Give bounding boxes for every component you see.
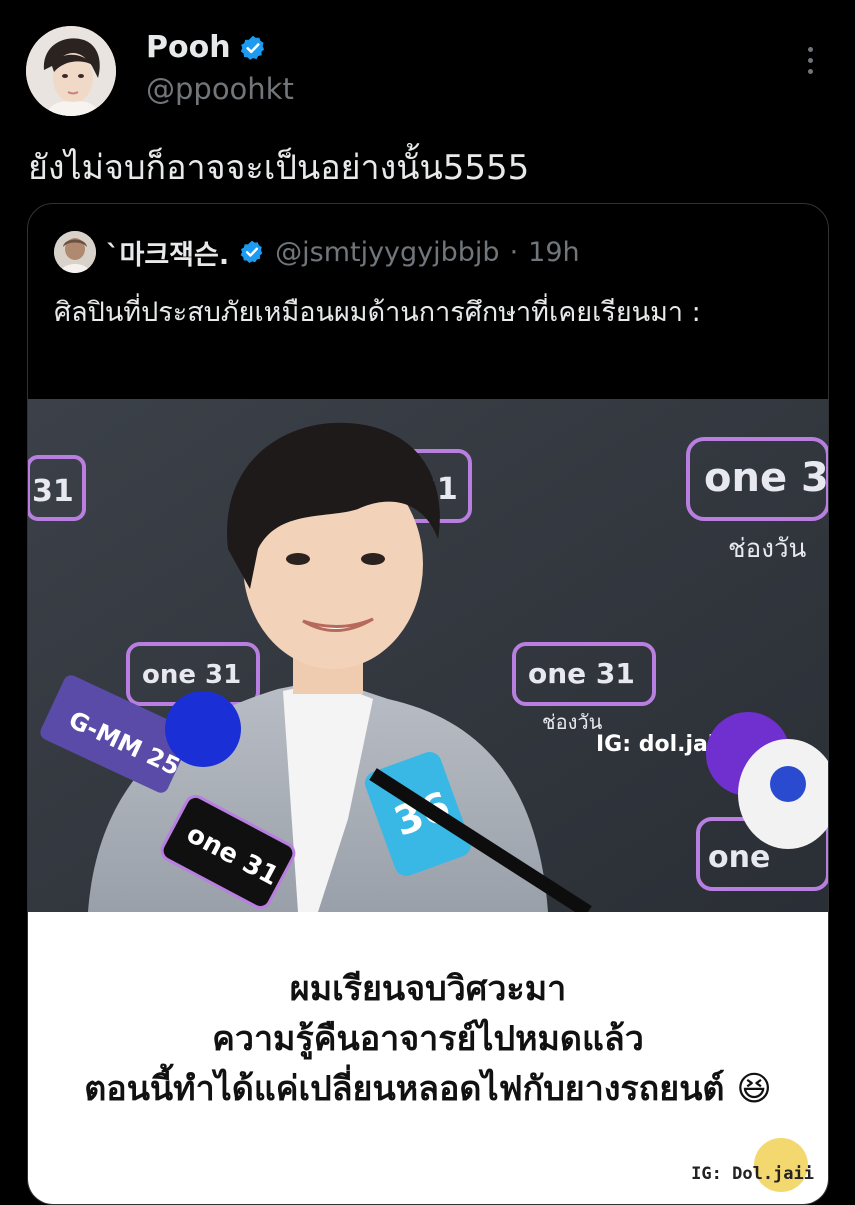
quoted-tweet-card[interactable]: `마크잭슨. @jsmtjyygyjbbjb · 19h ศิลปินที่ปร… bbox=[27, 203, 829, 1205]
author-name-text: Pooh bbox=[146, 30, 231, 65]
caption-text: ผมเรียนจบวิศวะมา ความรู้คืนอาจารย์ไปหมดแ… bbox=[28, 964, 828, 1114]
more-options-icon[interactable] bbox=[795, 40, 825, 80]
quoted-verified-badge-icon bbox=[239, 239, 265, 265]
author-display-name[interactable]: Pooh bbox=[146, 30, 267, 65]
svg-text:one 31: one 31 bbox=[142, 660, 241, 690]
backdrop-sub-text: ช่องวัน bbox=[728, 534, 807, 564]
quoted-profile-photo-icon bbox=[54, 231, 96, 273]
quoted-separator: · bbox=[509, 236, 519, 268]
author-handle[interactable]: @ppoohkt bbox=[146, 72, 294, 106]
interview-photo: 31 31 one 31 one 31 one 31 one ช่องวัน ช… bbox=[28, 399, 828, 912]
profile-photo-icon bbox=[26, 26, 116, 116]
caption-watermark: IG: Dol.jaii bbox=[691, 1164, 814, 1184]
svg-text:one: one bbox=[708, 840, 770, 875]
caption-line-3: ตอนนี้ทำได้แค่เปลี่ยนหลอดไฟกับยางรถยนต์ … bbox=[84, 1069, 772, 1109]
svg-text:31: 31 bbox=[32, 474, 74, 509]
quoted-media-image[interactable]: 31 31 one 31 one 31 one 31 one ช่องวัน ช… bbox=[28, 399, 828, 1204]
svg-text:ช่องวัน: ช่องวัน bbox=[542, 710, 603, 734]
tweet-text: ยังไม่จบก็อาจจะเป็นอย่างนั้น5555 bbox=[28, 148, 530, 188]
quoted-handle[interactable]: @jsmtjyygyjbbjb bbox=[275, 237, 499, 268]
verified-badge-icon bbox=[239, 34, 267, 62]
quoted-tweet-header: `마크잭슨. @jsmtjyygyjbbjb · 19h bbox=[54, 230, 580, 274]
author-avatar[interactable] bbox=[26, 26, 116, 116]
quoted-tweet-text: ศิลปินที่ประสบภัยเหมือนผมด้านการศึกษาที่… bbox=[54, 297, 701, 328]
svg-text:one 31: one 31 bbox=[528, 657, 635, 690]
caption-line-2: ความรู้คืนอาจารย์ไปหมดแล้ว bbox=[212, 1019, 644, 1059]
caption-panel: ผมเรียนจบวิศวะมา ความรู้คืนอาจารย์ไปหมดแ… bbox=[28, 912, 828, 1204]
quoted-display-name[interactable]: `마크잭슨. bbox=[106, 233, 229, 272]
quoted-author-avatar[interactable] bbox=[54, 231, 96, 273]
caption-line-1: ผมเรียนจบวิศวะมา bbox=[289, 969, 567, 1009]
quoted-timestamp[interactable]: 19h bbox=[528, 237, 579, 268]
backdrop-logo-text: one 31 bbox=[704, 455, 828, 501]
photo-watermark: IG: dol.jaii bbox=[596, 732, 723, 757]
